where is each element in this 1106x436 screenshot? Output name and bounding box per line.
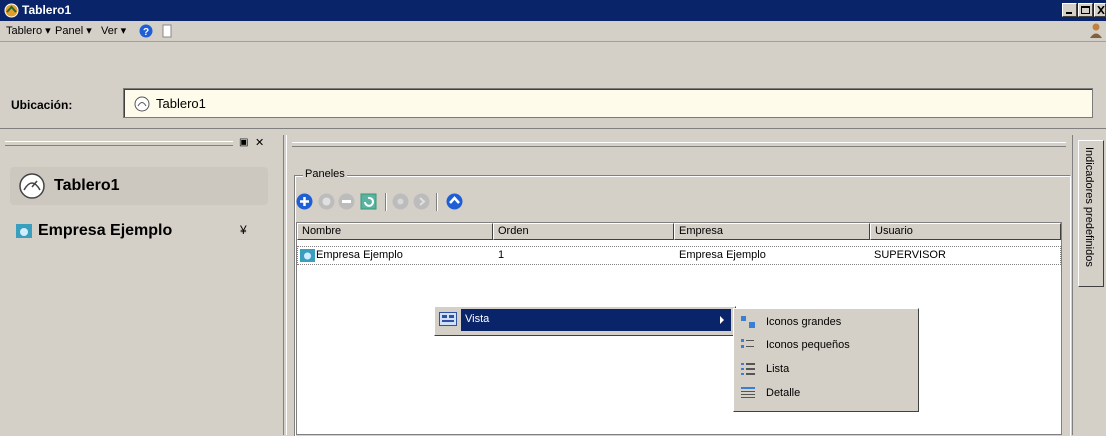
panel-grip[interactable]	[292, 142, 1066, 147]
menu-item-detalle[interactable]: Detalle	[766, 387, 800, 399]
panel-grip[interactable]	[5, 141, 233, 146]
title-bar[interactable]: Tablero1	[0, 0, 1106, 21]
pin-icon[interactable]: ▣	[239, 137, 248, 148]
forward-icon	[413, 193, 430, 210]
view-submenu: Iconos grandes Iconos pequeños Lista Det…	[733, 308, 919, 412]
tab-indicadores-predefinidos[interactable]: Indicadores predefinidos	[1078, 140, 1104, 287]
close-button[interactable]	[1094, 3, 1106, 17]
column-header-empresa[interactable]: Empresa	[674, 223, 870, 240]
close-icon	[1097, 6, 1105, 14]
svg-text:?: ?	[143, 27, 149, 38]
view-icon	[439, 312, 457, 326]
menu-panel-label: Panel	[55, 25, 84, 37]
dashboard-icon	[19, 173, 45, 199]
dashboard-icon	[134, 96, 150, 112]
cell-orden: 1	[498, 249, 505, 261]
menu-ver-label: Ver	[101, 25, 118, 37]
edit-icon	[318, 193, 335, 210]
document-icon[interactable]	[162, 24, 172, 38]
menu-ver[interactable]: Ver ▾	[101, 24, 126, 37]
help-icon[interactable]: ?	[139, 24, 153, 38]
column-header-usuario[interactable]: Usuario	[870, 223, 1061, 240]
panels-group-label: Paneles	[303, 168, 347, 180]
nav-item-label: Empresa Ejemplo	[38, 222, 173, 239]
large-icons-icon	[741, 316, 755, 328]
maximize-button[interactable]	[1078, 3, 1093, 17]
location-field[interactable]: Tablero1	[123, 88, 1093, 118]
left-panel: ▣ ✕ Tablero1 Empresa Ejemplo ¥	[3, 135, 281, 435]
menu-item-lista[interactable]: Lista	[766, 363, 789, 375]
menu-item-iconos-pequenos[interactable]: Iconos pequeños	[766, 339, 850, 351]
details-icon	[741, 387, 755, 398]
user-icon[interactable]	[1089, 23, 1103, 39]
nav-item-label: Tablero1	[54, 177, 120, 194]
cell-nombre: Empresa Ejemplo	[316, 249, 403, 261]
remove-icon	[338, 193, 355, 210]
location-value: Tablero1	[156, 96, 206, 111]
app-icon	[4, 3, 19, 18]
window-title: Tablero1	[22, 3, 72, 17]
company-icon	[16, 224, 32, 238]
tab-label: Indicadores predefinidos	[1083, 147, 1095, 267]
column-header-orden[interactable]: Orden	[493, 223, 674, 240]
cell-usuario: SUPERVISOR	[874, 249, 946, 261]
menu-bar: Tablero ▾ Panel ▾ Ver ▾ ?	[0, 21, 1106, 42]
maximize-icon	[1081, 6, 1090, 14]
add-icon[interactable]	[296, 193, 313, 210]
small-icons-icon	[741, 339, 754, 348]
menu-panel[interactable]: Panel ▾	[55, 24, 92, 37]
cell-empresa: Empresa Ejemplo	[679, 249, 766, 261]
refresh-icon[interactable]	[360, 193, 377, 210]
settings-icon	[392, 193, 409, 210]
move-up-icon[interactable]	[446, 193, 463, 210]
submenu-arrow-icon	[720, 316, 724, 324]
context-menu: Vista	[434, 306, 736, 336]
minimize-button[interactable]	[1062, 3, 1077, 17]
menu-tablero[interactable]: Tablero ▾	[6, 24, 51, 37]
nav-item-tablero[interactable]: Tablero1	[10, 167, 268, 205]
expand-icon[interactable]: ¥	[240, 223, 247, 237]
column-header-nombre[interactable]: Nombre	[297, 223, 493, 240]
menu-tablero-label: Tablero	[6, 25, 43, 37]
menu-item-iconos-grandes[interactable]: Iconos grandes	[766, 316, 841, 328]
menu-item-vista[interactable]	[461, 309, 731, 331]
menu-item-vista-label: Vista	[465, 313, 490, 325]
list-icon	[741, 363, 755, 375]
close-panel-icon[interactable]: ✕	[255, 136, 264, 149]
nav-item-empresa[interactable]: Empresa Ejemplo ¥	[10, 212, 268, 250]
minimize-icon	[1066, 12, 1072, 14]
company-icon	[300, 249, 315, 262]
location-label: Ubicación:	[11, 98, 73, 112]
